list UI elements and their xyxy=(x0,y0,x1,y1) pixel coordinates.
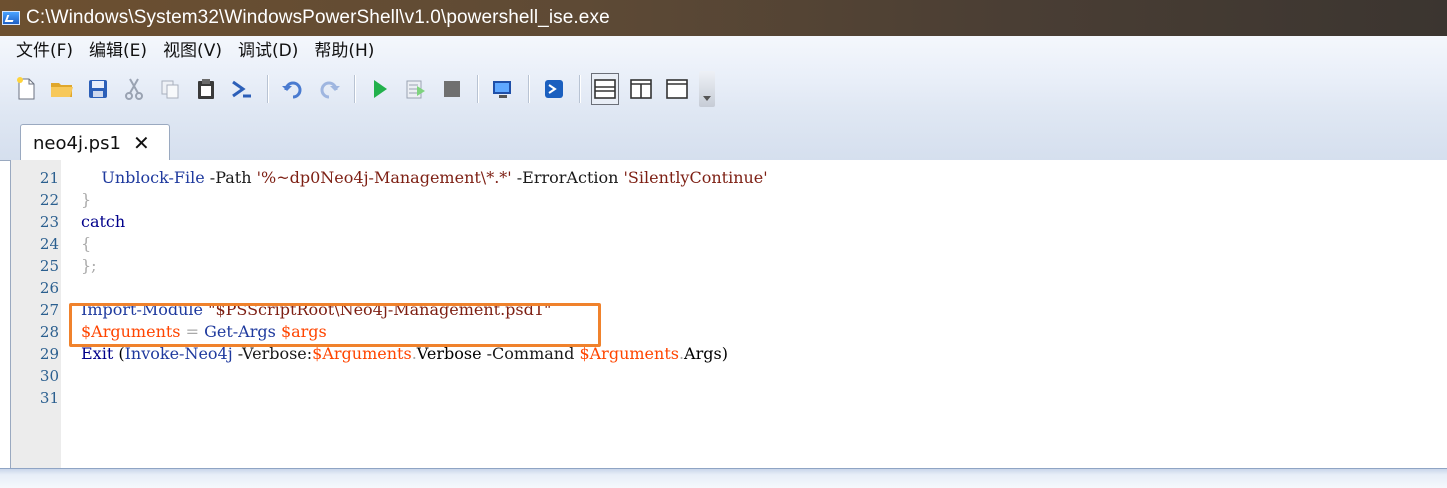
tab-strip: neo4j.ps1 ✕ xyxy=(0,112,1447,161)
powershell-console-icon xyxy=(545,80,563,98)
paste-icon xyxy=(198,79,214,99)
code-token: -ErrorAction xyxy=(511,168,624,187)
tab-neo4j-ps1[interactable]: neo4j.ps1 ✕ xyxy=(20,124,170,161)
code-line[interactable]: 25}; xyxy=(11,255,1447,277)
run-icon xyxy=(374,80,387,98)
line-number: 25 xyxy=(39,257,59,275)
line-number: 27 xyxy=(39,301,59,319)
line-number: 21 xyxy=(39,169,59,187)
layout-maximize-icon xyxy=(666,79,688,99)
line-number: 31 xyxy=(39,389,59,407)
highlight-annotation xyxy=(69,303,601,347)
undo-button[interactable] xyxy=(279,73,307,105)
menu-file[interactable]: 文件(F) xyxy=(0,36,81,66)
menu-edit[interactable]: 编辑(E) xyxy=(81,36,155,66)
code-token: -Path xyxy=(204,168,257,187)
code-token: 'SilentlyContinue' xyxy=(623,168,768,187)
line-number: 29 xyxy=(39,345,59,363)
line-number: 28 xyxy=(39,323,59,341)
code-line[interactable]: 26 xyxy=(11,277,1447,299)
code-line[interactable]: 22} xyxy=(11,189,1447,211)
code-token: ) xyxy=(721,344,728,363)
save-icon xyxy=(89,80,107,98)
code-token: { xyxy=(81,234,92,253)
remote-powershell-icon xyxy=(493,81,511,98)
save-button[interactable] xyxy=(84,73,112,105)
cut-icon xyxy=(125,78,143,100)
clear-console-icon xyxy=(232,80,251,98)
copy-icon xyxy=(161,80,179,99)
line-number: 22 xyxy=(39,191,59,209)
layout-right-button[interactable] xyxy=(627,73,655,105)
code-token: } xyxy=(81,190,92,209)
layout-right-icon xyxy=(630,79,652,99)
cut-button[interactable] xyxy=(120,73,148,105)
new-file-button[interactable] xyxy=(12,73,40,105)
line-number: 26 xyxy=(39,279,59,297)
line-number: 23 xyxy=(39,213,59,231)
code-text: { xyxy=(81,233,91,255)
window-title: C:\Windows\System32\WindowsPowerShell\v1… xyxy=(26,7,610,28)
code-token: Unblock-File xyxy=(101,168,205,187)
code-token: Args xyxy=(684,344,722,363)
tab-label: neo4j.ps1 xyxy=(33,132,121,154)
code-line[interactable]: 31 xyxy=(11,387,1447,409)
powershell-console-button[interactable] xyxy=(540,73,568,105)
toolbar-separator xyxy=(579,75,580,103)
line-number: 30 xyxy=(39,367,59,385)
code-line[interactable]: 23 catch xyxy=(11,211,1447,233)
layout-top-icon xyxy=(594,79,616,99)
line-number: 24 xyxy=(39,235,59,253)
code-token: catch xyxy=(81,212,126,231)
code-text: catch xyxy=(81,211,125,233)
code-line[interactable]: 24 { xyxy=(11,233,1447,255)
undo-icon xyxy=(282,81,302,99)
code-text: Unblock-File -Path '%~dp0Neo4j-Managemen… xyxy=(81,167,768,189)
code-text: } xyxy=(81,189,91,211)
layout-top-button[interactable] xyxy=(591,73,619,105)
code-line[interactable]: 30 xyxy=(11,365,1447,387)
toolbar-separator xyxy=(477,75,478,103)
title-bar[interactable]: C:\Windows\System32\WindowsPowerShell\v1… xyxy=(0,0,1447,36)
open-button[interactable] xyxy=(48,73,76,105)
code-token: '%~dp0Neo4j-Management\*.*' xyxy=(256,168,512,187)
menu-view[interactable]: 视图(V) xyxy=(155,36,230,66)
redo-icon xyxy=(320,81,340,99)
paste-button[interactable] xyxy=(192,73,220,105)
toolbar-separator xyxy=(267,75,268,103)
run-selection-button[interactable] xyxy=(402,73,430,105)
menu-debug[interactable]: 调试(D) xyxy=(230,36,306,66)
toolbar xyxy=(8,70,715,108)
clear-console-button[interactable] xyxy=(228,73,256,105)
powershell-icon xyxy=(2,11,20,25)
run-button[interactable] xyxy=(366,73,394,105)
run-selection-icon xyxy=(406,80,425,99)
layout-maximize-button[interactable] xyxy=(663,73,691,105)
chrome-area: 文件(F) 编辑(E) 视图(V) 调试(D) 帮助(H) xyxy=(0,36,1447,112)
toolbar-overflow-button[interactable] xyxy=(699,71,715,107)
open-folder-icon xyxy=(51,83,73,97)
stop-button[interactable] xyxy=(438,73,466,105)
code-token: }; xyxy=(81,256,97,275)
menu-bar: 文件(F) 编辑(E) 视图(V) 调试(D) 帮助(H) xyxy=(0,36,382,66)
menu-help[interactable]: 帮助(H) xyxy=(306,36,382,66)
redo-button[interactable] xyxy=(315,73,343,105)
code-line[interactable]: 21 Unblock-File -Path '%~dp0Neo4j-Manage… xyxy=(11,167,1447,189)
toolbar-separator xyxy=(528,75,529,103)
remote-powershell-button[interactable] xyxy=(489,73,517,105)
output-pane-splitter[interactable] xyxy=(0,468,1447,488)
new-file-icon xyxy=(17,77,35,100)
copy-button[interactable] xyxy=(156,73,184,105)
script-editor[interactable]: 21 Unblock-File -Path '%~dp0Neo4j-Manage… xyxy=(10,160,1447,468)
close-icon[interactable]: ✕ xyxy=(133,133,150,153)
toolbar-separator xyxy=(354,75,355,103)
code-text: }; xyxy=(81,255,97,277)
stop-icon xyxy=(444,81,460,97)
